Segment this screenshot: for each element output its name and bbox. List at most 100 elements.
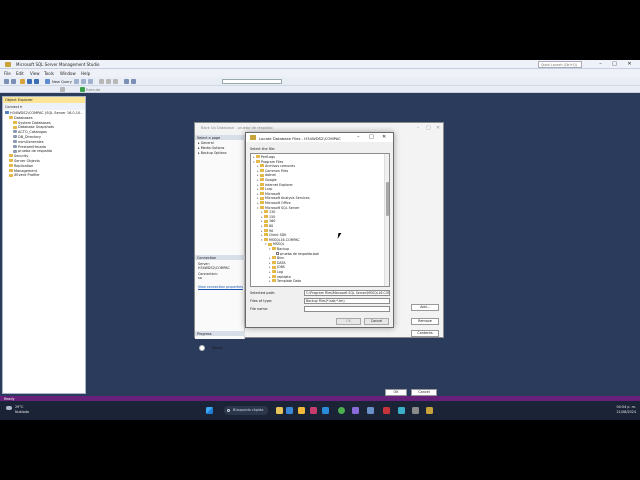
connect-button[interactable]: Connect ▾ xyxy=(5,105,22,109)
file-tree-item[interactable]: ▸ 160 xyxy=(261,219,275,223)
menu-help[interactable]: Help xyxy=(81,71,90,76)
system-clock[interactable]: 04:54 p. m. 21/08/2024 xyxy=(608,405,636,414)
back-icon[interactable] xyxy=(4,79,9,84)
file-tree-item[interactable]: ▸ DATA xyxy=(269,261,286,265)
backup-minimize-button[interactable]: – xyxy=(417,125,420,131)
file-tree-item[interactable]: ▾ MSSQL16.COMPAC xyxy=(261,238,300,242)
redo-icon[interactable] xyxy=(131,79,136,84)
view-connection-properties-link[interactable]: View connection properties xyxy=(198,285,243,289)
solution-config-select[interactable] xyxy=(222,79,282,84)
save-all-icon[interactable] xyxy=(34,79,39,84)
file-explorer-icon[interactable] xyxy=(298,407,305,414)
settings-gear-icon[interactable] xyxy=(412,407,419,414)
task-view-icon[interactable] xyxy=(286,407,293,414)
copy-icon[interactable] xyxy=(106,79,111,84)
taskbar-search[interactable]: Búsqueda rápida xyxy=(224,406,268,415)
menu-view[interactable]: View xyxy=(30,71,40,76)
file-tree[interactable]: ▸ PerfLogs ▾ Program Files ▸ Archivos comunes… xyxy=(250,153,390,287)
file-tree-scrollbar[interactable] xyxy=(384,154,389,286)
locate-cancel-button[interactable]: Cancel xyxy=(364,318,389,325)
paste-icon[interactable] xyxy=(113,79,118,84)
file-tree-item[interactable]: ▸ dotnet xyxy=(257,173,276,177)
add-destination-button[interactable]: Add... xyxy=(411,304,439,311)
file-tree-item[interactable]: ▸ Common Files xyxy=(257,169,288,173)
edge-icon[interactable] xyxy=(322,407,329,414)
file-tree-item[interactable]: prueba de respaldo.bak xyxy=(273,251,319,256)
open-folder-icon[interactable] xyxy=(20,79,25,84)
page-general[interactable]: ▸ General xyxy=(198,141,214,145)
file-tree-item[interactable]: ▸ Client SDK xyxy=(261,233,286,237)
files-of-type-select[interactable]: Backup Files(*.bak;*.tm) xyxy=(304,298,390,304)
scrollbar-thumb[interactable] xyxy=(386,182,389,216)
file-tree-item[interactable]: ▸ JOBS xyxy=(269,265,285,269)
file-tree-item[interactable]: ▸ Lnrp xyxy=(257,187,272,191)
menu-window[interactable]: Window xyxy=(60,71,76,76)
execute-icon[interactable] xyxy=(80,87,85,92)
teams-icon[interactable] xyxy=(352,407,359,414)
new-query-button[interactable]: New Query xyxy=(52,80,72,84)
menu-file[interactable]: File xyxy=(4,71,11,76)
file-tree-item[interactable]: ▸ 150 xyxy=(261,215,275,219)
file-tree-item[interactable]: ▸ PerfLogs xyxy=(253,155,275,159)
save-icon[interactable] xyxy=(27,79,32,84)
xmla-query-icon[interactable] xyxy=(88,79,93,84)
new-query-icon[interactable] xyxy=(45,79,50,84)
file-tree-item[interactable]: ▸ repldata xyxy=(269,275,291,279)
database-select-icon[interactable] xyxy=(60,87,65,92)
chrome-icon[interactable] xyxy=(338,407,345,414)
ssms-taskbar-icon[interactable] xyxy=(426,407,433,414)
object-explorer-item[interactable]: XEvent Profiler xyxy=(5,173,85,178)
selected-path-field[interactable]: C:\Program Files\Microsoft SQL Server\MS… xyxy=(304,290,390,296)
file-tree-item[interactable]: ▸ Binn xyxy=(269,256,284,260)
minimize-button[interactable]: – xyxy=(596,61,605,68)
file-tree-item[interactable]: ▸ Microsoft Office xyxy=(257,201,291,205)
remove-destination-button[interactable]: Remove xyxy=(411,318,439,325)
locate-minimize-button[interactable]: – xyxy=(357,134,360,140)
forward-icon[interactable] xyxy=(11,79,16,84)
cut-icon[interactable] xyxy=(99,79,104,84)
menu-edit[interactable]: Edit xyxy=(16,71,24,76)
file-tree-item[interactable]: ▸ Google xyxy=(257,178,277,182)
locate-ok-button[interactable]: OK xyxy=(336,318,361,325)
file-tree-item[interactable]: ▸ Microsoft Analysis Services xyxy=(257,196,310,200)
page-media-options[interactable]: ▸ Media Options xyxy=(198,146,224,150)
menu-tools[interactable]: Tools xyxy=(44,71,54,76)
file-tree-item[interactable]: ▸ Archivos comunes xyxy=(257,164,295,168)
backup-close-button[interactable]: ✕ xyxy=(436,125,440,131)
file-tree-item[interactable]: ▸ 130 xyxy=(261,210,275,214)
file-tree-item[interactable]: ▸ 80 xyxy=(261,224,273,228)
backup-maximize-button[interactable]: □ xyxy=(426,125,431,131)
remote-app-icon[interactable] xyxy=(398,407,405,414)
start-windows-icon[interactable] xyxy=(206,407,213,414)
file-tree-item[interactable]: ▸ 90 xyxy=(261,229,273,233)
backup-ok-button[interactable]: OK xyxy=(385,389,407,396)
locate-close-button[interactable]: ✕ xyxy=(382,134,386,140)
close-button[interactable]: ✕ xyxy=(625,61,634,68)
network-app-icon[interactable] xyxy=(367,407,374,414)
file-name-input[interactable] xyxy=(304,306,390,312)
store-icon[interactable] xyxy=(310,407,317,414)
file-tree-item[interactable]: ▾ Microsoft SQL Server xyxy=(257,206,299,210)
folder-icon xyxy=(264,233,268,237)
locate-maximize-button[interactable]: □ xyxy=(369,134,374,140)
weather-widget[interactable]: 29°C Nublado xyxy=(15,405,29,414)
file-tree-item[interactable]: ▸ Template Data xyxy=(269,279,301,283)
maximize-button[interactable]: □ xyxy=(610,61,619,68)
file-tree-item[interactable]: ▸ Internet Explorer xyxy=(257,183,293,187)
backup-cancel-button[interactable]: Cancel xyxy=(411,389,437,396)
quick-launch-input[interactable]: Quick Launch (Ctrl+Q) xyxy=(538,61,582,68)
file-tree-item[interactable]: ▸ Log xyxy=(269,270,283,274)
page-backup-options[interactable]: ▸ Backup Options xyxy=(198,151,227,155)
widgets-icon[interactable] xyxy=(276,407,283,414)
file-tree-item[interactable]: ▾ Program Files xyxy=(253,160,283,164)
file-tree-item[interactable]: ▾ Backup xyxy=(269,247,289,251)
execute-button[interactable]: Execute xyxy=(86,88,100,92)
undo-icon[interactable] xyxy=(124,79,129,84)
file-tree-item[interactable]: ▾ MSSQL xyxy=(265,242,284,246)
contents-button[interactable]: Contents xyxy=(411,330,439,337)
media-app-icon[interactable] xyxy=(383,407,390,414)
file-tree-item[interactable]: ▸ Microsoft xyxy=(257,192,280,196)
file-tree-item-label: 90 xyxy=(269,228,274,233)
mdx-query-icon[interactable] xyxy=(74,79,79,84)
dmx-query-icon[interactable] xyxy=(81,79,86,84)
